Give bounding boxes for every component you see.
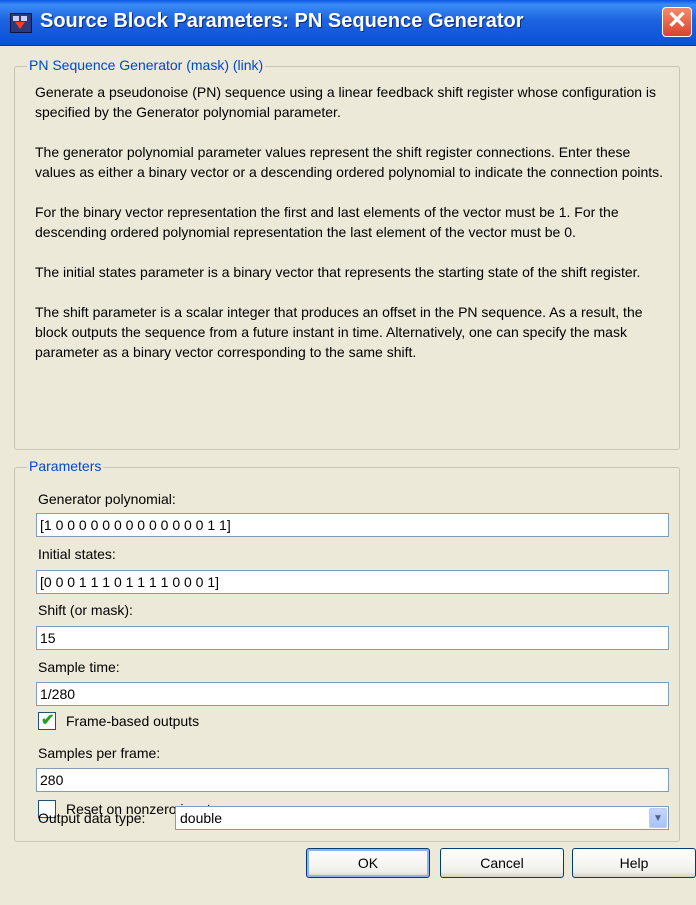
description-paragraph: The generator polynomial parameter value… <box>35 144 664 180</box>
ok-button[interactable]: OK <box>306 848 430 878</box>
sample-time-field[interactable]: 1/280 <box>36 682 669 706</box>
help-button[interactable]: Help <box>572 848 696 878</box>
chevron-down-icon[interactable]: ▼ <box>649 808 667 828</box>
initial-states-label: Initial states: <box>38 546 116 562</box>
samples-per-frame-label: Samples per frame: <box>38 745 161 761</box>
title-bar[interactable]: Source Block Parameters: PN Sequence Gen… <box>0 0 696 46</box>
description-text: Generate a pseudonoise (PN) sequence usi… <box>35 82 670 362</box>
description-paragraph: The shift parameter is a scalar integer … <box>35 304 643 360</box>
output-data-type-label: Output data type: <box>38 810 146 826</box>
description-paragraph: Generate a pseudonoise (PN) sequence usi… <box>35 84 657 120</box>
description-paragraph: The initial states parameter is a binary… <box>35 264 641 280</box>
cancel-button[interactable]: Cancel <box>440 848 564 878</box>
description-paragraph: For the binary vector representation the… <box>35 204 619 240</box>
shift-field[interactable]: 15 <box>36 626 669 650</box>
frame-based-label[interactable]: Frame-based outputs <box>66 713 199 729</box>
sample-time-label: Sample time: <box>38 659 120 675</box>
samples-per-frame-field[interactable]: 280 <box>36 768 669 792</box>
window-title: Source Block Parameters: PN Sequence Gen… <box>40 10 524 32</box>
checkmark-icon: ✔ <box>41 712 55 729</box>
generator-polynomial-label: Generator polynomial: <box>38 491 176 507</box>
output-data-type-value: double <box>180 810 223 826</box>
shift-label: Shift (or mask): <box>38 602 133 618</box>
parameters-legend: Parameters <box>27 458 104 474</box>
initial-states-field[interactable]: [0 0 0 1 1 1 0 1 1 1 1 0 0 0 1] <box>36 570 669 594</box>
output-data-type-select[interactable]: double ▼ <box>175 806 669 830</box>
frame-based-checkbox[interactable]: ✔ <box>38 712 56 730</box>
simulink-block-icon <box>10 13 32 33</box>
generator-polynomial-field[interactable]: [1 0 0 0 0 0 0 0 0 0 0 0 0 0 1 1] <box>36 513 669 537</box>
description-legend: PN Sequence Generator (mask) (link) <box>27 57 266 73</box>
close-button[interactable]: ✕ <box>662 7 692 37</box>
